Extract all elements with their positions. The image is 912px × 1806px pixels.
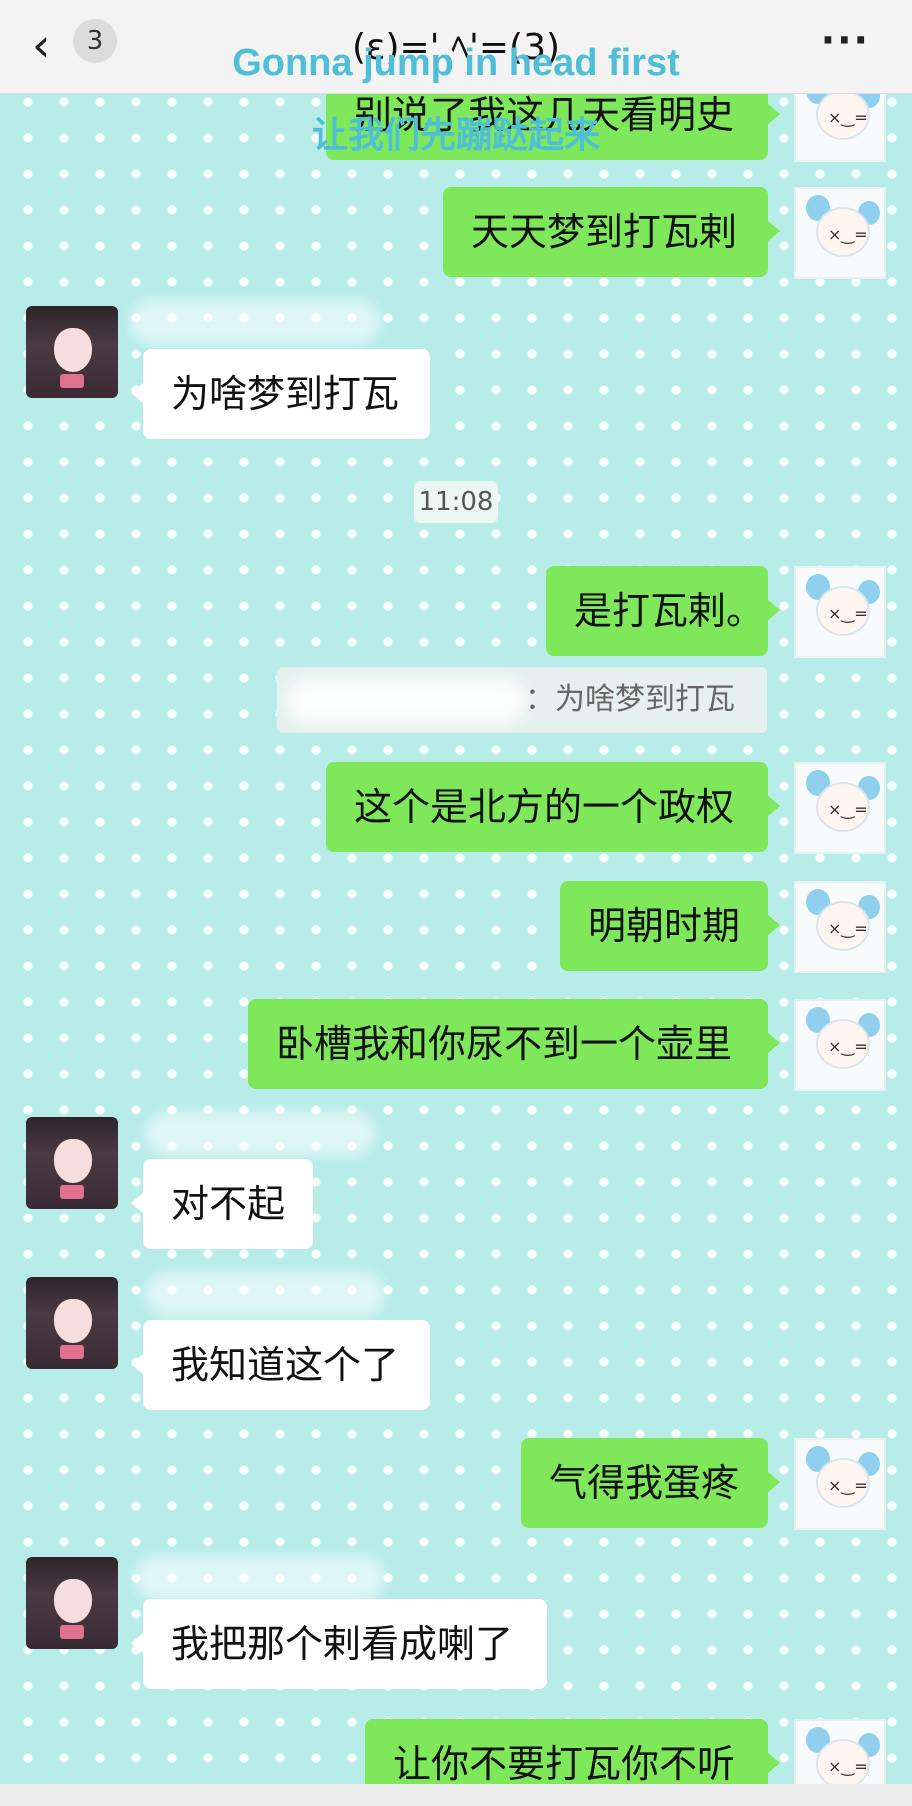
message-bubble-incoming[interactable]: 我知道这个了 (131, 1320, 430, 1410)
message-bubble-outgoing[interactable]: 气得我蛋疼 (521, 1438, 780, 1528)
blurred-quote-sender (287, 679, 527, 723)
message-bubble-incoming[interactable]: 我把那个剌看成喇了 (131, 1599, 547, 1689)
quoted-message[interactable]: ：为啥梦到打瓦 (277, 667, 767, 733)
blurred-sender-name (130, 300, 380, 344)
contact-avatar[interactable] (26, 306, 118, 398)
input-bar-edge (0, 1784, 912, 1806)
message-bubble-outgoing[interactable]: 是打瓦剌。 (546, 566, 780, 656)
contact-avatar[interactable] (26, 1277, 118, 1369)
my-avatar[interactable]: ×‿= (794, 762, 886, 854)
my-avatar[interactable]: ×‿= (794, 999, 886, 1091)
my-avatar[interactable]: ×‿= (794, 187, 886, 279)
my-avatar[interactable]: ×‿= (794, 881, 886, 973)
blurred-sender-name (135, 1556, 385, 1600)
contact-avatar[interactable] (26, 1557, 118, 1649)
message-bubble-outgoing[interactable]: 卧槽我和你尿不到一个壶里 (248, 999, 780, 1089)
contact-avatar[interactable] (26, 1117, 118, 1209)
message-bubble-outgoing[interactable]: 天天梦到打瓦剌 (443, 187, 780, 277)
message-bubble-incoming[interactable]: 对不起 (131, 1159, 313, 1249)
overlay-caption-english: Gonna jump in head first (232, 42, 680, 84)
message-timestamp: 11:08 (414, 481, 498, 523)
message-bubble-outgoing[interactable]: 这个是北方的一个政权 (326, 762, 780, 852)
message-bubble-outgoing[interactable]: 明朝时期 (560, 881, 780, 971)
blurred-sender-name (145, 1272, 385, 1316)
blurred-sender-name (145, 1112, 375, 1156)
overlay-caption-chinese: 让我们先蹦跶起来 (312, 115, 601, 156)
quoted-text: ：为啥梦到打瓦 (525, 682, 735, 717)
my-avatar[interactable]: ×‿= (794, 1438, 886, 1530)
message-bubble-incoming[interactable]: 为啥梦到打瓦 (131, 349, 430, 439)
my-avatar[interactable]: ×‿= (794, 566, 886, 658)
